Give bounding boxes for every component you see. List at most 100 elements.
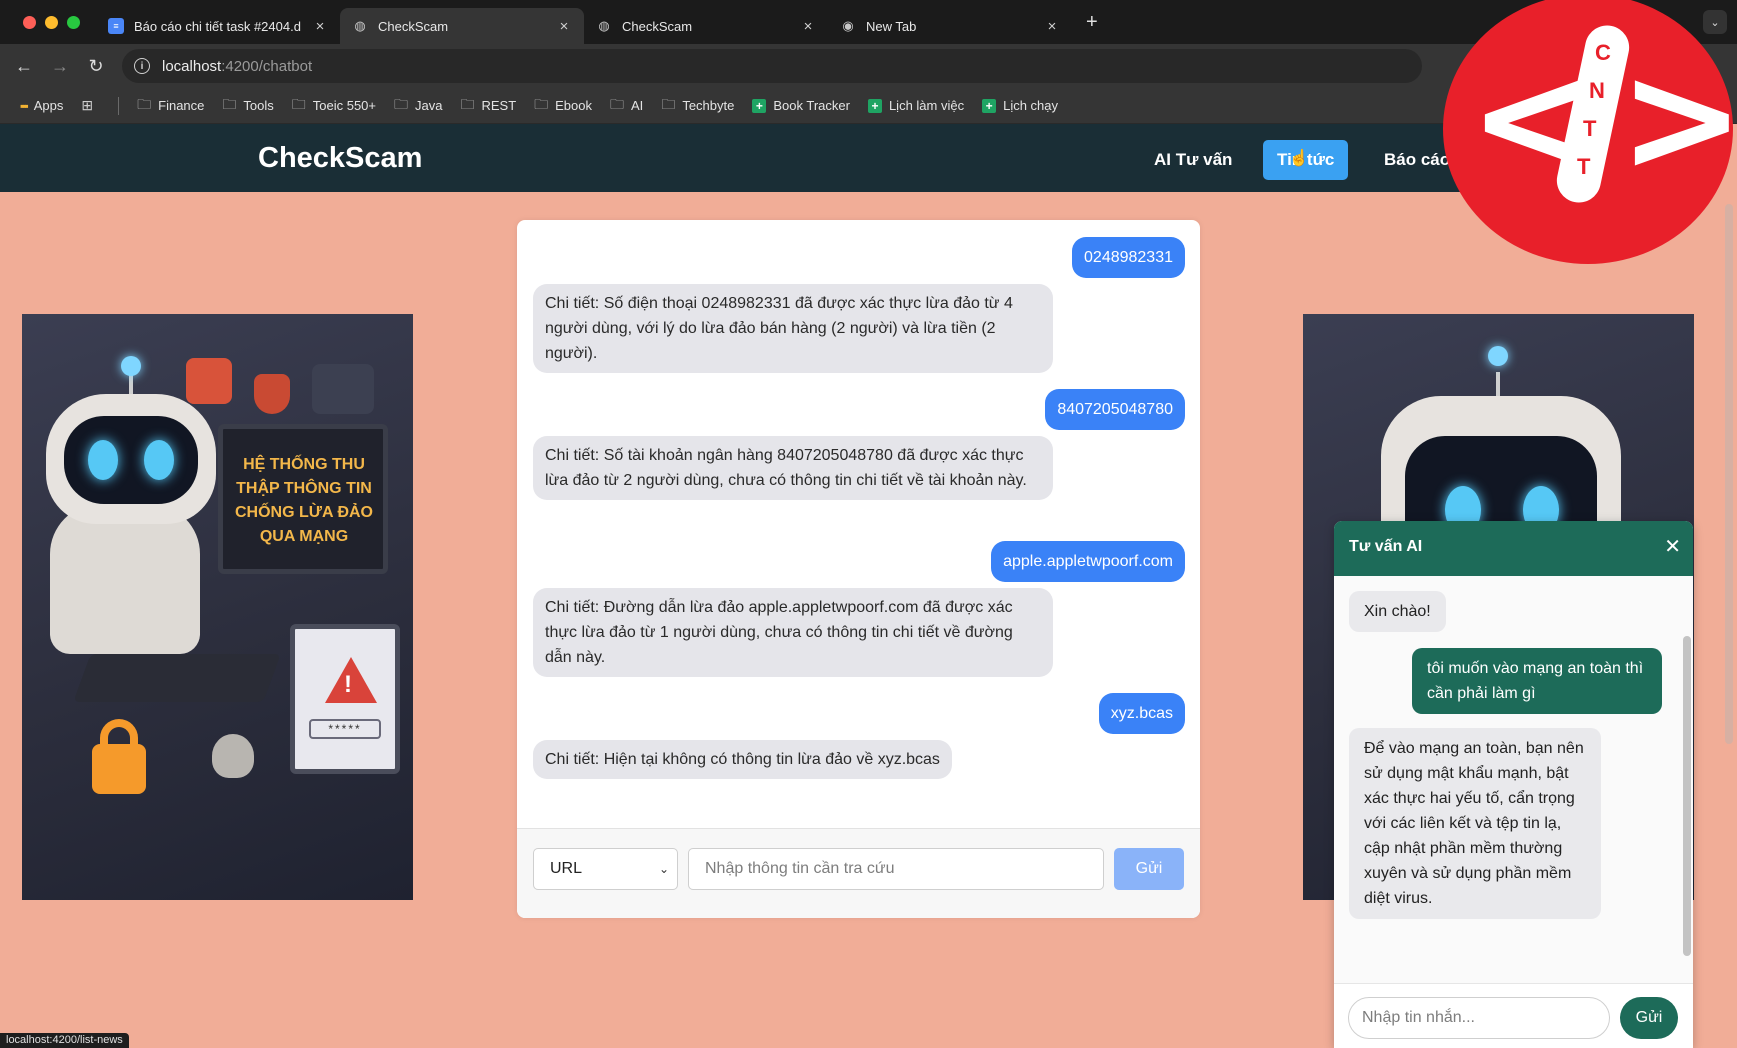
close-window-button[interactable] — [23, 15, 36, 29]
ai-advisor-widget: Tư vấn AI ✕ Xin chào! tôi muốn vào mạng … — [1334, 521, 1693, 1048]
bookmark-label: Finance — [158, 98, 205, 113]
minimize-window-button[interactable] — [45, 15, 58, 29]
user-message: 0248982331 — [1072, 237, 1185, 278]
globe-icon: ◍ — [354, 18, 366, 33]
tab-title: CheckScam — [378, 18, 449, 34]
close-tab-icon[interactable]: × — [1044, 18, 1060, 35]
hand-cursor-icon: ☝ — [1289, 150, 1309, 167]
folder-icon: 🗀 — [291, 95, 306, 112]
close-tab-icon[interactable]: × — [800, 18, 816, 35]
chevron-down-icon: ⌄ — [658, 862, 669, 876]
bug-icon — [186, 358, 232, 404]
robot-head — [46, 394, 216, 524]
bookmark-folder[interactable]: 🗀 Tools — [222, 94, 273, 118]
new-tab-button[interactable]: + — [1086, 11, 1098, 34]
bookmark-sheet[interactable]: + Lịch chạy — [982, 98, 1058, 113]
browser-tab[interactable]: ◉ New Tab × — [828, 8, 1072, 44]
lookup-type-select[interactable]: URL ⌄ — [533, 848, 678, 890]
globe-icon: ◍ — [598, 18, 610, 33]
maximize-window-button[interactable] — [67, 15, 80, 29]
code-window-icon — [312, 364, 374, 414]
bookmark-label: Techbyte — [682, 98, 735, 113]
brand-logo[interactable]: CheckScam — [258, 142, 422, 175]
bookmark-folder[interactable]: 🗀 Finance — [137, 94, 204, 118]
tab-search-chevron-icon[interactable]: ⌄ — [1703, 10, 1727, 34]
browser-tab-active[interactable]: ◍ CheckScam × — [340, 8, 584, 44]
robot-eye — [88, 440, 118, 480]
ai-widget-title: Tư vấn AI — [1349, 538, 1423, 555]
bookmark-folder[interactable]: 🗀 Techbyte — [661, 94, 734, 118]
robot-antenna-bulb — [1488, 346, 1508, 366]
bookmark-label: Lịch làm việc — [888, 98, 965, 113]
browser-tab[interactable]: ◍ CheckScam × — [584, 8, 828, 44]
cntt-logo: < > C N T T — [1443, 0, 1733, 264]
bookmark-grid[interactable]: ⊞ — [81, 97, 100, 114]
page-scrollbar[interactable] — [1725, 204, 1733, 744]
bookmark-label: REST — [481, 98, 517, 113]
apps-grid-icon: ▪▪▪ — [20, 98, 29, 113]
bookmark-folder[interactable]: 🗀 Java — [394, 94, 442, 118]
reload-icon[interactable]: ↻ — [78, 56, 114, 77]
bookmark-label: AI — [631, 98, 644, 113]
bookmark-label: Tools — [243, 98, 274, 113]
ai-bot-message: Để vào mạng an toàn, bạn nên sử dụng mật… — [1349, 728, 1601, 919]
logo-letter: T — [1577, 154, 1591, 179]
shield-icon — [254, 374, 290, 414]
ai-send-button[interactable]: Gửi — [1620, 997, 1678, 1039]
link-status-tooltip: localhost:4200/list-news — [0, 1033, 129, 1048]
close-tab-icon[interactable]: × — [312, 18, 328, 35]
bookmark-folder[interactable]: 🗀 Toeic 550+ — [292, 94, 376, 118]
bookmark-folder[interactable]: 🗀 Ebook — [534, 94, 592, 118]
user-message: apple.appletwpoorf.com — [991, 541, 1185, 582]
bot-message: Chi tiết: Số điện thoại 0248982331 đã đư… — [533, 284, 1053, 373]
back-arrow-icon[interactable]: ← — [6, 56, 42, 77]
address-bar[interactable]: i localhost:4200/chatbot — [122, 49, 1422, 83]
bookmark-label: Apps — [33, 98, 64, 113]
bookmark-apps[interactable]: ▪▪▪ Apps — [20, 98, 63, 113]
bot-message: Chi tiết: Số tài khoản ngân hàng 8407205… — [533, 436, 1053, 500]
folder-icon: 🗀 — [222, 95, 237, 112]
browser-tab[interactable]: ≡ Báo cáo chi tiết task #2404.d × — [96, 8, 340, 44]
monitor-caption: HỆ THỐNG THU THẬP THÔNG TIN CHỐNG LỪA ĐẢ… — [234, 456, 373, 545]
logo-letter: T — [1583, 116, 1597, 141]
lookup-type-value: URL — [550, 860, 583, 877]
bookmark-label: Lịch chạy — [1003, 98, 1059, 113]
bot-message: Chi tiết: Hiện tại không có thông tin lừ… — [533, 740, 952, 779]
bookmark-sheet[interactable]: + Lịch làm việc — [867, 98, 965, 113]
bookmark-folder[interactable]: 🗀 REST — [460, 94, 516, 118]
send-button[interactable]: Gửi — [1114, 848, 1184, 890]
bookmark-sheet[interactable]: + Book Tracker — [752, 98, 850, 113]
bot-message: Chi tiết: Đường dẫn lừa đảo apple.applet… — [533, 588, 1053, 677]
bookmark-label: Java — [415, 98, 443, 113]
ai-widget-input-bar: Nhập tin nhắn... Gửi — [1334, 983, 1693, 1048]
bookmark-label: Toeic 550+ — [312, 98, 376, 113]
sheets-icon: + — [867, 98, 882, 113]
folder-icon: 🗀 — [534, 95, 549, 112]
keyboard — [73, 654, 281, 702]
docs-icon: ≡ — [108, 18, 124, 34]
robot-face — [64, 416, 198, 504]
nav-ai-advice[interactable]: AI Tư vấn — [1140, 140, 1246, 180]
ai-message-input[interactable]: Nhập tin nhắn... — [1348, 997, 1610, 1039]
close-tab-icon[interactable]: × — [556, 18, 572, 35]
skull-icon — [212, 734, 254, 778]
robot-body — [50, 504, 200, 654]
ai-widget-scrollbar[interactable] — [1683, 636, 1691, 956]
folder-icon: 🗀 — [394, 95, 408, 112]
monitor: HỆ THỐNG THU THẬP THÔNG TIN CHỐNG LỪA ĐẢ… — [218, 424, 388, 574]
user-message: 8407205048780 — [1045, 389, 1185, 430]
chrome-icon: ◉ — [842, 18, 854, 33]
user-message: xyz.bcas — [1098, 693, 1185, 734]
folder-icon: 🗀 — [610, 95, 625, 112]
bookmark-folder[interactable]: 🗀 AI — [610, 94, 643, 118]
scam-check-chat: 0248982331 Chi tiết: Số điện thoại 02489… — [517, 220, 1200, 918]
bookmark-label: Book Tracker — [773, 98, 850, 113]
tab-groups-icon: ⊞ — [81, 97, 94, 113]
site-info-icon[interactable]: i — [134, 58, 150, 74]
close-icon[interactable]: ✕ — [1664, 534, 1681, 559]
exclamation-icon: ! — [344, 671, 352, 698]
lookup-query-input[interactable]: Nhập thông tin cần tra cứu — [688, 848, 1104, 890]
bookmark-label: Ebook — [555, 98, 593, 113]
chat-messages: 0248982331 Chi tiết: Số điện thoại 02489… — [517, 220, 1200, 828]
forward-arrow-icon[interactable]: → — [42, 56, 78, 77]
